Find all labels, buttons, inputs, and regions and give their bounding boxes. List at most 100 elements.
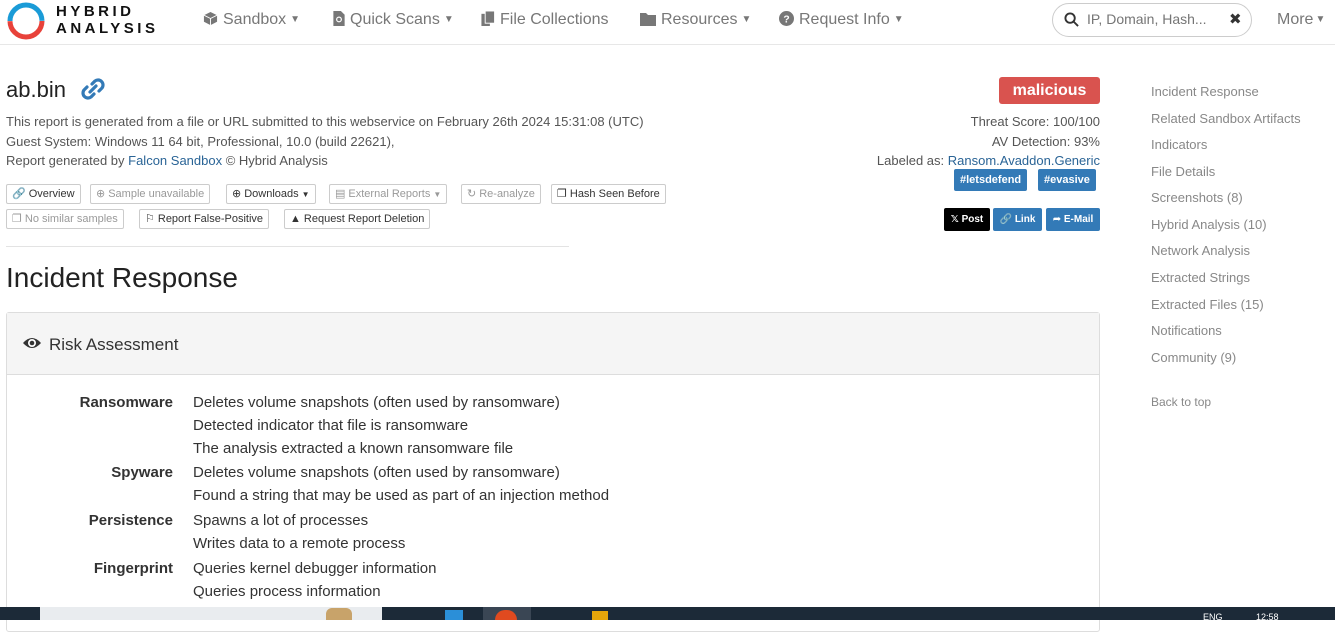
nav-request-info-label: Request Info xyxy=(799,11,890,28)
report-icon: ▤ xyxy=(335,188,346,200)
risk-category-spyware: Spyware xyxy=(111,464,173,481)
risk-category-ransomware: Ransomware xyxy=(79,394,173,411)
chevron-down-icon: ▼ xyxy=(301,190,310,199)
search-box: ✖ xyxy=(1052,3,1252,37)
risk-assessment-panel: Risk Assessment Ransomware Deletes volum… xyxy=(6,312,1100,632)
question-circle-icon: ? xyxy=(779,11,794,26)
downloads-button[interactable]: ⊕ Downloads ▼ xyxy=(226,184,316,204)
back-to-top-link[interactable]: Back to top xyxy=(1151,395,1211,409)
generated-suffix: © Hybrid Analysis xyxy=(222,153,328,168)
sidebar-item-extracted-files[interactable]: Extracted Files (15) xyxy=(1151,297,1264,312)
share-link-label: Link xyxy=(1014,214,1036,225)
panel-title: Risk Assessment xyxy=(49,335,179,354)
hash-seen-before-button[interactable]: ❐ Hash Seen Before xyxy=(551,184,666,204)
risk-item: Deletes volume snapshots (often used by … xyxy=(193,394,560,411)
risk-item: Found a string that may be used as part … xyxy=(193,487,610,504)
link-icon[interactable] xyxy=(79,76,107,102)
risk-item: Writes data to a remote process xyxy=(193,535,406,552)
report-false-positive-label: Report False-Positive xyxy=(157,213,264,225)
logo-wordmark[interactable]: HYBRID ANALYSIS xyxy=(56,3,158,37)
sidebar-item-network-analysis[interactable]: Network Analysis xyxy=(1151,243,1250,258)
sidebar-item-file-details[interactable]: File Details xyxy=(1151,164,1215,179)
overview-button-label: Overview xyxy=(28,188,75,200)
sample-unavailable-button[interactable]: ⊕ Sample unavailable xyxy=(90,184,211,204)
keyboard-language[interactable]: ENG xyxy=(1203,612,1223,622)
chevron-down-icon: ▼ xyxy=(1315,14,1326,25)
nav-request-info[interactable]: ? Request Info ▼ xyxy=(779,11,904,29)
share-post-label: Post xyxy=(961,214,984,225)
tag-letsdefend[interactable]: #letsdefend xyxy=(954,169,1028,191)
search-icon xyxy=(1064,12,1079,27)
nav-quick-scans[interactable]: Quick Scans ▼ xyxy=(333,11,454,29)
report-false-positive-button[interactable]: ⚐ Report False-Positive xyxy=(139,209,270,229)
risk-category-persistence: Persistence xyxy=(88,512,173,529)
tag-evasive[interactable]: #evasive xyxy=(1038,169,1096,191)
sidebar-item-incident-response[interactable]: Incident Response xyxy=(1151,84,1259,99)
files-icon xyxy=(481,10,496,26)
logo-line-1: HYBRID xyxy=(56,3,135,20)
download-icon: ⊕ xyxy=(232,188,242,200)
download-circle-icon: ⊕ xyxy=(96,188,106,200)
panel-header: Risk Assessment xyxy=(7,313,1099,375)
nav-quick-scans-label: Quick Scans xyxy=(350,11,440,28)
risk-item: Queries kernel debugger information xyxy=(193,560,437,577)
threat-score: Threat Score: 100/100 xyxy=(970,114,1100,129)
svg-text:?: ? xyxy=(783,14,789,25)
falcon-sandbox-link[interactable]: Falcon Sandbox xyxy=(128,153,222,168)
share-post-button[interactable]: 𝕏 Post xyxy=(944,208,990,231)
sidebar-item-hybrid-analysis[interactable]: Hybrid Analysis (10) xyxy=(1151,217,1267,232)
no-similar-samples-label: No similar samples xyxy=(24,213,118,225)
sidebar-item-indicators[interactable]: Indicators xyxy=(1151,137,1207,152)
sidebar-item-screenshots[interactable]: Screenshots (8) xyxy=(1151,190,1243,205)
taskbar-app-icon[interactable] xyxy=(445,610,463,620)
malware-label-link[interactable]: Ransom.Avaddon.Generic xyxy=(948,153,1100,168)
sidebar-item-community[interactable]: Community (9) xyxy=(1151,350,1236,365)
labeled-as: Labeled as: Ransom.Avaddon.Generic xyxy=(877,153,1100,168)
request-report-deletion-button[interactable]: ▲ Request Report Deletion xyxy=(284,209,431,229)
report-title: ab.bin xyxy=(6,77,105,103)
risk-item: Spawns a lot of processes xyxy=(193,512,369,529)
top-navbar: HYBRID ANALYSIS Sandbox ▼ Quick Scans ▼ Fi… xyxy=(0,0,1335,45)
section-title: Incident Response xyxy=(6,262,238,293)
sidebar-item-notifications[interactable]: Notifications xyxy=(1151,323,1222,338)
system-clock[interactable]: 12:58 xyxy=(1256,612,1279,622)
clear-search-icon[interactable]: ✖ xyxy=(1229,10,1242,28)
reanalyze-label: Re-analyze xyxy=(479,188,535,200)
header-divider xyxy=(6,246,569,247)
chevron-down-icon: ▼ xyxy=(893,14,904,25)
reanalyze-button[interactable]: ↻ Re-analyze xyxy=(461,184,541,204)
folder-icon[interactable] xyxy=(592,611,608,620)
hybrid-analysis-logo-icon[interactable] xyxy=(6,1,46,41)
nav-file-collections-label: File Collections xyxy=(500,11,609,28)
nav-resources-label: Resources xyxy=(661,11,738,28)
sidebar-item-related-artifacts[interactable]: Related Sandbox Artifacts xyxy=(1151,111,1301,126)
cube-icon xyxy=(203,11,218,26)
chevron-down-icon: ▼ xyxy=(741,14,752,25)
nav-resources[interactable]: Resources ▼ xyxy=(640,11,751,29)
external-reports-button[interactable]: ▤ External Reports ▼ xyxy=(329,184,448,204)
file-name: ab.bin xyxy=(6,77,66,102)
chevron-down-icon: ▼ xyxy=(443,14,454,25)
risk-item: Deletes volume snapshots (often used by … xyxy=(193,464,560,481)
taskbar-widget-icon[interactable] xyxy=(326,608,352,620)
copy-icon: ❐ xyxy=(12,213,22,225)
chevron-down-icon: ▼ xyxy=(433,190,442,199)
search-input[interactable] xyxy=(1085,10,1219,28)
link-icon: 🔗 xyxy=(999,214,1015,225)
no-similar-samples-button[interactable]: ❐ No similar samples xyxy=(6,209,124,229)
nav-sandbox-label: Sandbox xyxy=(223,11,287,28)
sample-unavailable-label: Sample unavailable xyxy=(108,188,205,200)
sidebar-item-extracted-strings[interactable]: Extracted Strings xyxy=(1151,270,1250,285)
nav-more[interactable]: More ▼ xyxy=(1277,11,1325,29)
x-logo-icon: 𝕏 xyxy=(950,214,962,225)
nav-sandbox[interactable]: Sandbox ▼ xyxy=(203,11,300,29)
guest-system-info: Guest System: Windows 11 64 bit, Profess… xyxy=(6,134,395,149)
downloads-label: Downloads xyxy=(244,188,299,200)
share-icon: ➦ xyxy=(1052,214,1064,225)
risk-item: Detected indicator that file is ransomwa… xyxy=(193,417,469,434)
share-email-button[interactable]: ➦ E-Mail xyxy=(1046,208,1100,231)
nav-file-collections[interactable]: File Collections xyxy=(481,10,609,29)
flag-icon: ⚐ xyxy=(145,213,155,225)
share-link-button[interactable]: 🔗 Link xyxy=(993,208,1042,231)
overview-button[interactable]: 🔗 Overview xyxy=(6,184,81,204)
